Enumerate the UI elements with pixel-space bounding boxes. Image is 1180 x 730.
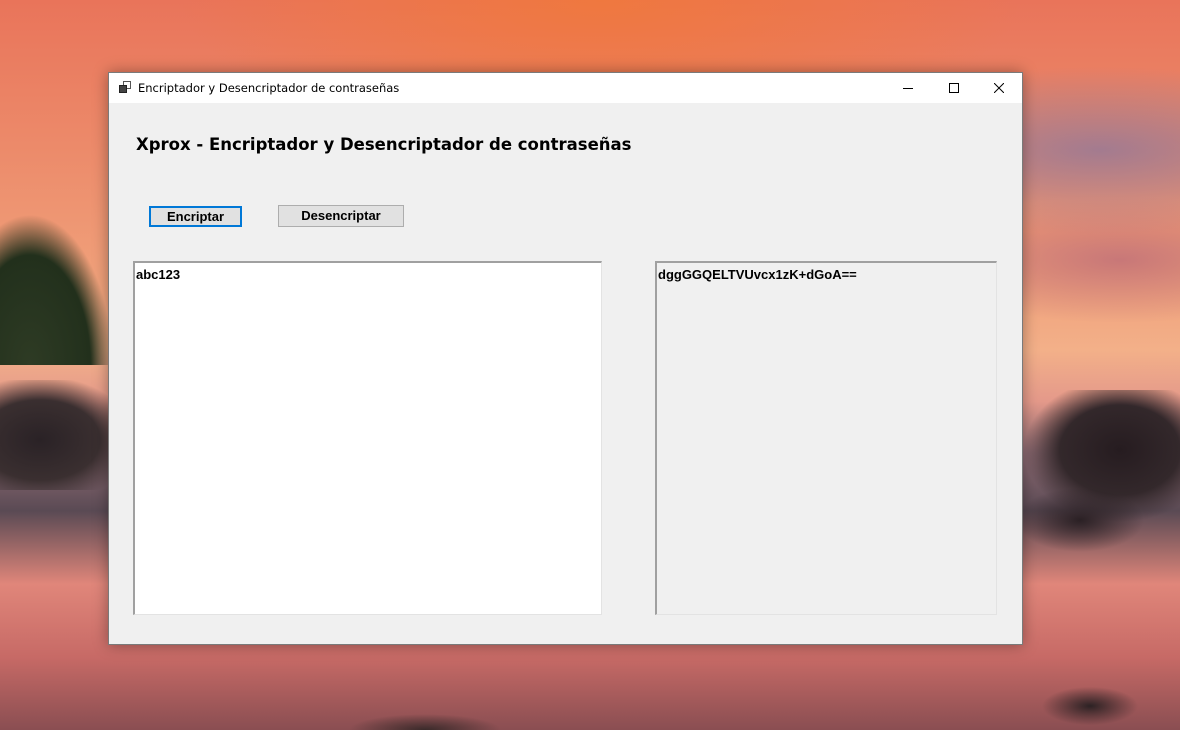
- wallpaper-rocks-left: [0, 380, 110, 490]
- wallpaper-rock-bottom: [330, 708, 520, 730]
- input-textbox[interactable]: abc123: [133, 261, 602, 615]
- app-window: Encriptador y Desencriptador de contrase…: [108, 72, 1023, 645]
- maximize-icon: [949, 83, 959, 93]
- title-bar[interactable]: Encriptador y Desencriptador de contrase…: [109, 73, 1022, 103]
- close-button[interactable]: [976, 73, 1022, 103]
- output-textbox[interactable]: dggGGQELTVUvcx1zK+dGoA==: [655, 261, 997, 615]
- close-icon: [994, 83, 1004, 93]
- maximize-button[interactable]: [931, 73, 977, 103]
- minimize-button[interactable]: [885, 73, 931, 103]
- encrypt-button[interactable]: Encriptar: [149, 206, 242, 227]
- wallpaper-rock-bottom-right: [1020, 680, 1160, 730]
- decrypt-button[interactable]: Desencriptar: [278, 205, 404, 227]
- window-title: Encriptador y Desencriptador de contrase…: [138, 81, 400, 95]
- minimize-icon: [903, 88, 913, 89]
- wallpaper-rocks-right: [1020, 390, 1180, 610]
- page-title: Xprox - Encriptador y Desencriptador de …: [136, 135, 632, 154]
- wallpaper-island: [0, 165, 110, 365]
- app-icon: [119, 81, 131, 93]
